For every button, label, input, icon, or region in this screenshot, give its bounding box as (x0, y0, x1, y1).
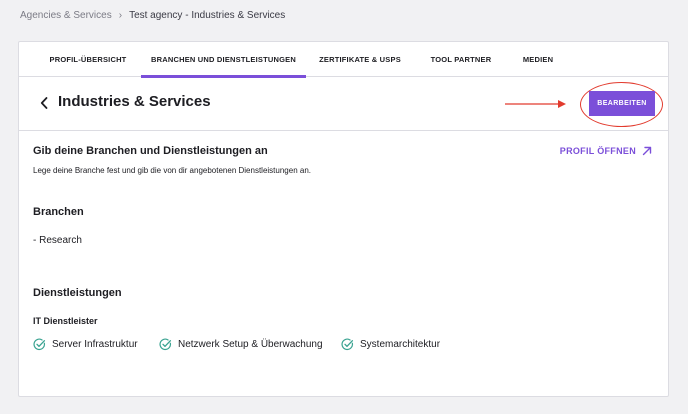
tab-medien[interactable]: MEDIEN (513, 42, 563, 77)
service-item-label: Netzwerk Setup & Überwachung (178, 339, 323, 350)
breadcrumb: Agencies & Services › Test agency - Indu… (20, 10, 285, 21)
tab-profil-uebersicht[interactable]: PROFIL-ÜBERSICHT (37, 42, 139, 77)
service-item-label: Server Infrastruktur (52, 339, 138, 350)
check-circle-icon (341, 338, 354, 351)
breadcrumb-separator: › (118, 10, 123, 21)
content-card: PROFIL-ÜBERSICHT BRANCHEN UND DIENSTLEIS… (18, 41, 669, 397)
tab-branchen-und-dienstleistungen[interactable]: BRANCHEN UND DIENSTLEISTUNGEN (141, 42, 306, 78)
breadcrumb-parent[interactable]: Agencies & Services (20, 10, 112, 21)
external-arrow-icon (642, 146, 652, 156)
service-item: Systemarchitektur (341, 338, 440, 351)
dienstleistungen-heading: Dienstleistungen (33, 287, 122, 299)
page: Agencies & Services › Test agency - Indu… (0, 0, 688, 414)
tab-bar: PROFIL-ÜBERSICHT BRANCHEN UND DIENSTLEIS… (19, 42, 668, 78)
tab-tool-partner[interactable]: TOOL PARTNER (421, 42, 501, 77)
edit-button[interactable]: BEARBEITEN (589, 91, 655, 116)
service-item: Netzwerk Setup & Überwachung (159, 338, 323, 351)
branchen-heading: Branchen (33, 206, 84, 218)
section-title: Gib deine Branchen und Dienstleistungen … (33, 145, 268, 157)
page-title: Industries & Services (58, 93, 211, 110)
breadcrumb-current: Test agency - Industries & Services (129, 10, 286, 21)
chevron-left-icon[interactable] (37, 95, 51, 111)
check-circle-icon (33, 338, 46, 351)
service-group-heading: IT Dienstleister (33, 316, 98, 326)
open-profile-link[interactable]: PROFIL ÖFFNEN (560, 146, 652, 156)
service-item: Server Infrastruktur (33, 338, 138, 351)
service-item-label: Systemarchitektur (360, 339, 441, 350)
branch-value: - Research (33, 235, 82, 246)
page-header: Industries & Services BEARBEITEN (19, 77, 668, 131)
annotation-arrow-icon (505, 100, 566, 108)
section-description: Lege deine Branche fest und gib die von … (33, 166, 311, 175)
open-profile-label: PROFIL ÖFFNEN (559, 146, 636, 156)
tab-zertifikate-usps[interactable]: ZERTIFIKATE & USPS (315, 42, 405, 77)
check-circle-icon (159, 338, 172, 351)
